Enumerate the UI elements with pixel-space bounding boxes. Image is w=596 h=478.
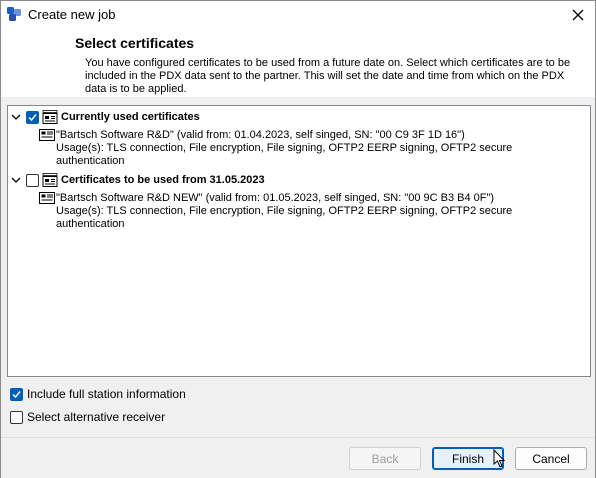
page-description: You have configured certificates to be u… <box>85 57 571 95</box>
window-title: Create new job <box>28 7 116 22</box>
close-button[interactable] <box>567 4 589 26</box>
future-certificates-label: Certificates to be used from 31.05.2023 <box>61 174 265 186</box>
certificate-usage-cont: authentication <box>56 218 125 230</box>
back-button[interactable]: Back <box>349 447 421 470</box>
title-bar: Create new job <box>1 1 595 29</box>
certificate-group-icon <box>42 110 58 124</box>
certificate-name: "Bartsch Software R&D" (valid from: 01.0… <box>56 129 465 141</box>
certificate-usage-cont: authentication <box>56 155 125 167</box>
certificate-icon <box>39 129 55 144</box>
future-certificates-checkbox[interactable] <box>26 173 39 187</box>
current-certificates-checkbox[interactable] <box>26 110 39 124</box>
certificate-icon <box>39 192 55 207</box>
include-full-station-option[interactable]: Include full station information <box>10 387 186 401</box>
tree-node-current-certificates[interactable]: Currently used certificates <box>10 108 200 126</box>
app-icon <box>6 6 22 22</box>
dialog-window: Create new job Select certificates You h… <box>0 0 596 478</box>
tree-node-future-certificates[interactable]: Certificates to be used from 31.05.2023 <box>10 171 265 189</box>
checkmark-icon <box>28 113 37 121</box>
certificate-tree[interactable]: Currently used certificates "Bartsch Sof… <box>7 105 591 377</box>
alternative-receiver-checkbox[interactable] <box>10 410 23 424</box>
certificate-usage: Usage(s): TLS connection, File encryptio… <box>56 205 513 217</box>
checkmark-icon <box>12 390 21 398</box>
close-icon <box>572 9 584 21</box>
wizard-header: Select certificates You have configured … <box>1 29 595 97</box>
page-title: Select certificates <box>75 35 195 51</box>
current-certificates-label: Currently used certificates <box>61 111 200 123</box>
certificate-name: "Bartsch Software R&D NEW" (valid from: … <box>56 192 495 204</box>
include-full-station-checkbox[interactable] <box>10 387 23 401</box>
include-full-station-label: Include full station information <box>27 387 186 401</box>
chevron-down-icon[interactable] <box>10 111 22 123</box>
certificate-group-icon <box>42 173 58 187</box>
alternative-receiver-option[interactable]: Select alternative receiver <box>10 410 165 424</box>
alternative-receiver-label: Select alternative receiver <box>27 410 166 424</box>
certificate-usage: Usage(s): TLS connection, File encryptio… <box>56 142 513 154</box>
certificate-item-current[interactable]: "Bartsch Software R&D" (valid from: 01.0… <box>56 129 586 168</box>
certificate-item-future[interactable]: "Bartsch Software R&D NEW" (valid from: … <box>56 192 586 231</box>
cancel-button[interactable]: Cancel <box>515 447 587 470</box>
chevron-down-icon[interactable] <box>10 174 22 186</box>
mouse-pointer-icon <box>493 448 507 472</box>
